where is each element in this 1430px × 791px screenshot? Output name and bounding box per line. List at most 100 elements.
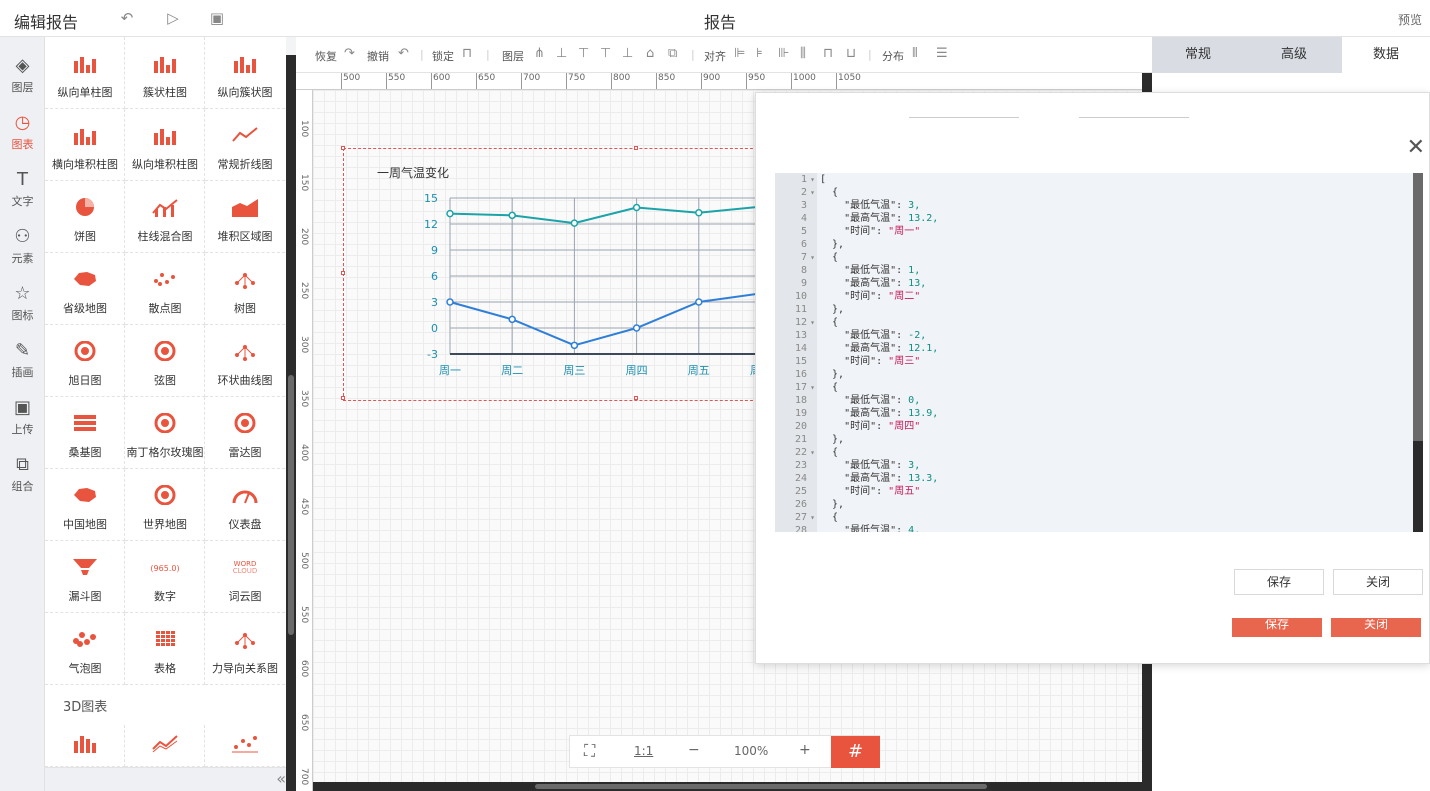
line-chart: 15129630-3周一周二周三周四周五周六 bbox=[424, 192, 760, 377]
rail-item-palette[interactable]: ✎ 插画 bbox=[0, 334, 45, 390]
chart-item-bubble[interactable]: 气泡图 bbox=[45, 613, 125, 685]
undo-icon[interactable]: ↶ bbox=[117, 8, 137, 28]
chart-item-sunburst[interactable]: 旭日图 bbox=[45, 325, 125, 397]
align-top-icon[interactable]: ⊓ bbox=[823, 46, 833, 61]
chart-item-number[interactable]: (965.0) 数字 bbox=[125, 541, 205, 613]
rail-item-group[interactable]: ⧉ 组合 bbox=[0, 448, 45, 504]
rail-item-star[interactable]: ☆ 图标 bbox=[0, 277, 45, 333]
align-label[interactable]: 对齐 bbox=[704, 48, 726, 64]
chart-item-tree[interactable]: 树图 bbox=[205, 253, 285, 325]
preview-button[interactable]: 预览 bbox=[1398, 11, 1422, 28]
fit-screen-icon[interactable]: ⛶ bbox=[584, 741, 595, 761]
close-button[interactable]: 关闭 bbox=[1333, 569, 1423, 595]
bring-front-icon[interactable]: ⊥ bbox=[556, 46, 567, 61]
undo-label[interactable]: 撤销 bbox=[367, 48, 389, 64]
distribute-h-icon[interactable]: ⦀ bbox=[912, 46, 918, 61]
left-rail: ◈ 图层 ◷ 图表 T 文字 ⚇ 元素 ☆ 图标 ✎ 插画 ▣ 上传 ⧉ 组合 bbox=[0, 37, 45, 791]
chart-item-3d-line[interactable] bbox=[125, 725, 205, 767]
canvas-h-scrollbar[interactable] bbox=[313, 782, 1143, 791]
align-left-icon[interactable]: ⊫ bbox=[734, 46, 745, 61]
chart-item-force-graph[interactable]: 力导向关系图 bbox=[205, 613, 285, 685]
chart-item-vertical-cluster[interactable]: 纵向簇状图 bbox=[205, 37, 285, 109]
chart-item-sankey[interactable]: 桑基图 bbox=[45, 397, 125, 469]
move-down-icon[interactable]: ⊥ bbox=[622, 46, 633, 61]
chart-item-nightingale-rose[interactable]: 南丁格尔玫瑰图 bbox=[125, 397, 205, 469]
resize-handle[interactable] bbox=[341, 146, 345, 150]
library-scrollbar[interactable] bbox=[286, 55, 296, 791]
json-value: 12.1, bbox=[908, 343, 939, 354]
align-right-icon[interactable]: ⊪ bbox=[778, 46, 789, 61]
line-number: 26 bbox=[794, 499, 807, 510]
panel-close-button[interactable]: 关闭 bbox=[1331, 618, 1421, 637]
collapse-icon[interactable]: « bbox=[276, 769, 286, 788]
move-up-icon[interactable]: ⊤ bbox=[578, 46, 589, 61]
rail-item-layers[interactable]: ◈ 图层 bbox=[0, 49, 45, 105]
chart-item-clustered-bar[interactable]: 簇状柱图 bbox=[125, 37, 205, 109]
chart-item-vertical-bar[interactable]: 纵向单柱图 bbox=[45, 37, 125, 109]
chart-item-line[interactable]: 常规折线图 bbox=[205, 109, 285, 181]
resize-handle[interactable] bbox=[634, 146, 638, 150]
undo-arrow-icon[interactable]: ↶ bbox=[398, 46, 409, 61]
modal-tab-underline[interactable] bbox=[1079, 117, 1189, 118]
redo-icon[interactable]: ↷ bbox=[344, 46, 355, 61]
lock-icon[interactable]: ⊓ bbox=[462, 46, 472, 61]
redo-label[interactable]: 恢复 bbox=[315, 48, 337, 64]
editor-scrollbar[interactable] bbox=[1413, 173, 1423, 532]
rail-item-text[interactable]: T 文字 bbox=[0, 163, 45, 219]
chart-item-scatter[interactable]: 散点图 bbox=[125, 253, 205, 325]
chart-item-china-map[interactable]: 中国地图 bbox=[45, 469, 125, 541]
resize-handle[interactable] bbox=[634, 396, 638, 400]
chart-item-gauge[interactable]: 仪表盘 bbox=[205, 469, 285, 541]
tab-general[interactable]: 常规 bbox=[1152, 37, 1244, 73]
ruler-tick-label: 200 bbox=[299, 228, 309, 246]
rail-item-shapes[interactable]: ⚇ 元素 bbox=[0, 220, 45, 276]
chart-item-radar[interactable]: 雷达图 bbox=[205, 397, 285, 469]
close-icon[interactable]: ✕ bbox=[1407, 135, 1425, 160]
rail-item-label: 图表 bbox=[11, 138, 34, 151]
json-editor[interactable]: 1 [2 {3 "最低气温": 3, 4 "最高气温": 13.2, 5 "时间": … bbox=[775, 173, 1423, 532]
vertical-stack-icon bbox=[154, 129, 176, 145]
distribute-v-icon[interactable]: ☰ bbox=[936, 46, 948, 61]
resize-handle[interactable] bbox=[341, 396, 345, 400]
chart-item-vertical-stack[interactable]: 纵向堆积柱图 bbox=[125, 109, 205, 181]
chart-item-horizontal-stack[interactable]: 横向堆积柱图 bbox=[45, 109, 125, 181]
chart-item-3d-bar[interactable] bbox=[45, 725, 125, 767]
zoom-in-button[interactable]: + bbox=[799, 742, 811, 758]
rail-item-image-upload[interactable]: ▣ 上传 bbox=[0, 391, 45, 447]
panel-save-button[interactable]: 保存 bbox=[1232, 618, 1322, 637]
grid-toggle-button[interactable]: # bbox=[831, 736, 880, 768]
align-bottom-icon[interactable]: ⊔ bbox=[846, 46, 856, 61]
delete-icon[interactable]: ⌂ bbox=[646, 46, 654, 61]
rail-item-chart[interactable]: ◷ 图表 bbox=[0, 106, 45, 162]
chart-item-province-map[interactable]: 省级地图 bbox=[45, 253, 125, 325]
layer-label[interactable]: 图层 bbox=[502, 48, 524, 64]
word-cloud-icon: WORDCLOUD bbox=[233, 560, 258, 575]
align-center-icon[interactable]: ⊧ bbox=[756, 46, 763, 61]
play-icon[interactable]: ▷ bbox=[163, 8, 183, 28]
chart-item-bar-line-mix[interactable]: 柱线混合图 bbox=[125, 181, 205, 253]
chart-item-table[interactable]: 表格 bbox=[125, 613, 205, 685]
chart-item-word-cloud[interactable]: WORD CLOUD 词云图 bbox=[205, 541, 285, 613]
resize-handle[interactable] bbox=[341, 271, 345, 275]
zoom-out-button[interactable]: − bbox=[688, 742, 700, 758]
lock-label[interactable]: 锁定 bbox=[432, 48, 454, 64]
copy-icon[interactable]: ⧉ bbox=[668, 46, 677, 61]
distribute-label[interactable]: 分布 bbox=[882, 48, 904, 64]
tab-advanced[interactable]: 高级 bbox=[1248, 37, 1340, 73]
chart-item-world-map[interactable]: 世界地图 bbox=[125, 469, 205, 541]
actual-size-button[interactable]: 1:1 bbox=[634, 744, 653, 758]
chart-item-funnel[interactable]: 漏斗图 bbox=[45, 541, 125, 613]
chart-item-ring-curve[interactable]: 环状曲线图 bbox=[205, 325, 285, 397]
chart-item-3d-scatter[interactable] bbox=[205, 725, 285, 767]
chart-item-chord[interactable]: 弦图 bbox=[125, 325, 205, 397]
layer-tree-icon[interactable]: ⋔ bbox=[534, 46, 545, 61]
rail-item-label: 组合 bbox=[11, 480, 34, 493]
tab-data[interactable]: 数据 bbox=[1342, 37, 1430, 73]
chart-item-pie[interactable]: 饼图 bbox=[45, 181, 125, 253]
align-middle-icon[interactable]: ⫼ bbox=[800, 46, 806, 61]
send-back-icon[interactable]: ⊤ bbox=[600, 46, 611, 61]
save-icon[interactable]: ▣ bbox=[207, 8, 227, 28]
modal-tab-underline[interactable] bbox=[909, 117, 1019, 118]
save-button[interactable]: 保存 bbox=[1234, 569, 1324, 595]
chart-item-stacked-area[interactable]: 堆积区域图 bbox=[205, 181, 285, 253]
